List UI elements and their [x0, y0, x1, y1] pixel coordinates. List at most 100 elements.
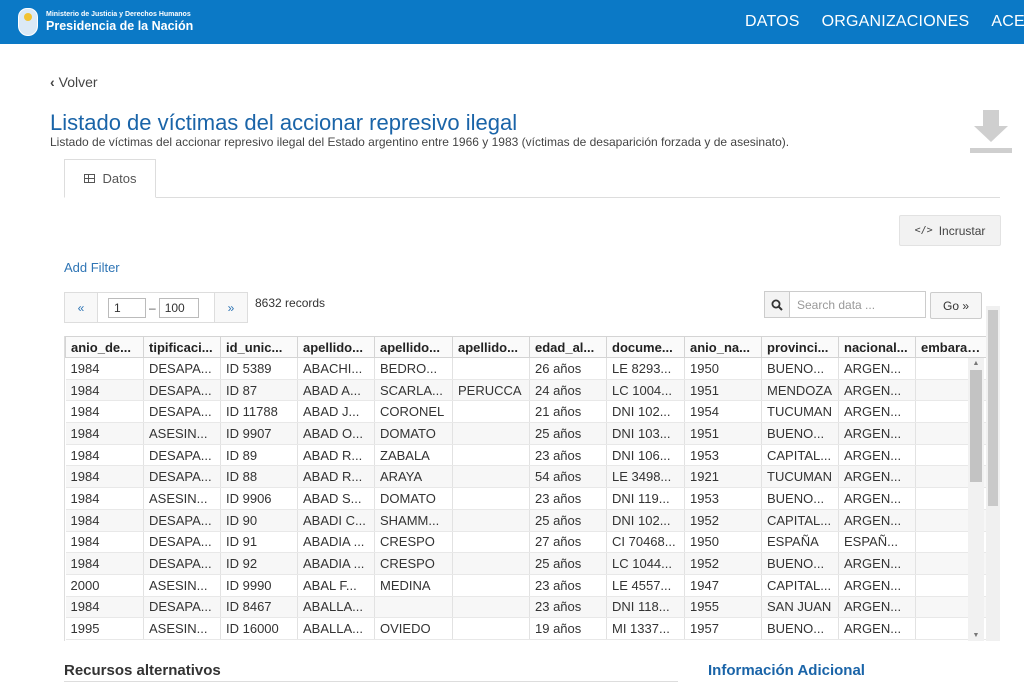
data-grid: anio_de... tipificaci... id_unic... apellid…: [64, 336, 986, 641]
table-cell: ARGEN...: [838, 379, 916, 402]
embed-button[interactable]: </> Incrustar: [899, 215, 1001, 246]
table-cell: TUCUMAN: [761, 400, 839, 424]
table-cell: DESAPA...: [143, 596, 221, 619]
table-cell: 1984: [65, 531, 144, 554]
next-page-button[interactable]: »: [214, 292, 248, 323]
table-cell: 1953: [684, 487, 762, 510]
download-icon[interactable]: [968, 108, 1014, 156]
table-cell: ARGEN...: [838, 400, 916, 424]
top-header: Ministerio de Justicia y Derechos Humano…: [0, 0, 1024, 44]
add-filter-link[interactable]: Add Filter: [64, 260, 120, 275]
table-cell: 23 años: [529, 596, 607, 619]
table-row[interactable]: 1984 DESAPA... ID 92 ABADIA ... CRESPO 25 año…: [65, 552, 986, 575]
table-cell: 1984: [65, 444, 144, 467]
table-cell: 21 años: [529, 400, 607, 424]
alt-resources-divider: [64, 681, 678, 682]
table-cell: ARGEN...: [838, 574, 916, 597]
table-row[interactable]: 1984 DESAPA... ID 8467 ABALLA... 23 años DNI …: [65, 596, 986, 619]
table-cell: 54 años: [529, 465, 607, 489]
grid-scrollbar[interactable]: ▲ ▼: [968, 358, 984, 641]
panel-scroll-thumb[interactable]: [988, 310, 998, 506]
column-header[interactable]: apellido...: [374, 336, 453, 358]
table-cell: [452, 574, 530, 597]
panel-scrollbar[interactable]: [986, 306, 1000, 641]
table-row[interactable]: 1984 DESAPA... ID 88 ABAD R... ARAYA 54 años L…: [65, 465, 986, 489]
table-cell: [452, 487, 530, 510]
column-header[interactable]: apellido...: [297, 336, 375, 358]
scroll-down-icon[interactable]: ▼: [968, 632, 984, 639]
grid-scroll-thumb[interactable]: [970, 370, 982, 482]
table-row[interactable]: 1984 DESAPA... ID 90 ABADI C... SHAMM... 25 a…: [65, 509, 986, 532]
table-cell: 1955: [684, 596, 762, 619]
go-button[interactable]: Go »: [930, 292, 982, 319]
table-cell: SHAMM...: [374, 509, 453, 532]
table-cell: DESAPA...: [143, 509, 221, 532]
column-header[interactable]: edad_al...: [529, 336, 607, 358]
table-cell: 1984: [65, 379, 144, 402]
table-row[interactable]: 2000 ASESIN... ID 9990 ABAL F... MEDINA 23 añ…: [65, 574, 986, 597]
search-input[interactable]: Search data ...: [790, 291, 926, 318]
column-header[interactable]: apellido...: [452, 336, 530, 358]
nav-datos[interactable]: DATOS: [745, 13, 800, 31]
column-header[interactable]: tipificaci...: [143, 336, 221, 358]
table-cell: [452, 596, 530, 619]
table-cell: ABALLA...: [297, 596, 375, 619]
table-cell: MENDOZA: [761, 379, 839, 402]
page-from-input[interactable]: 1: [108, 297, 146, 318]
table-cell: LE 3498...: [606, 465, 685, 489]
table-cell: CI 70468...: [606, 531, 685, 554]
column-header[interactable]: embaraz...: [915, 336, 986, 358]
table-cell: ID 9990: [220, 574, 298, 597]
column-header[interactable]: anio_na...: [684, 336, 762, 358]
table-cell: ABADIA ...: [297, 552, 375, 575]
pager: « 1 – 100 »: [64, 292, 248, 323]
table-cell: [452, 531, 530, 554]
table-row[interactable]: 1984 DESAPA... ID 87 ABAD A... SCARLA... PERU…: [65, 379, 986, 402]
table-row[interactable]: 1984 DESAPA... ID 11788 ABAD J... CORONEL 21 …: [65, 400, 986, 424]
table-cell: [452, 552, 530, 575]
table-cell: CRESPO: [374, 531, 453, 554]
back-link[interactable]: ‹ Volver: [50, 74, 98, 90]
table-cell: 1952: [684, 552, 762, 575]
page-to-input[interactable]: 100: [158, 297, 199, 318]
table-cell: 1951: [684, 379, 762, 402]
page-range: 1 – 100: [98, 292, 214, 323]
table-cell: 19 años: [529, 617, 607, 640]
column-header[interactable]: id_unic...: [220, 336, 298, 358]
alt-resources-heading: Recursos alternativos: [64, 662, 221, 679]
column-header[interactable]: docume...: [606, 336, 685, 358]
tab-datos[interactable]: Datos: [64, 159, 156, 198]
column-header[interactable]: provinci...: [761, 336, 839, 358]
page-description: Listado de víctimas del accionar represi…: [50, 135, 790, 149]
nav-acerca[interactable]: ACE: [991, 13, 1024, 31]
scroll-up-icon[interactable]: ▲: [968, 360, 984, 367]
table-cell: DNI 103...: [606, 422, 685, 445]
search-icon: [764, 291, 790, 318]
table-cell: ARGEN...: [838, 552, 916, 575]
table-cell: DESAPA...: [143, 444, 221, 467]
nav-organizaciones[interactable]: ORGANIZACIONES: [822, 13, 970, 31]
prev-page-button[interactable]: «: [64, 292, 98, 323]
table-cell: ABAL F...: [297, 574, 375, 597]
table-cell: BUENO...: [761, 617, 839, 640]
page-title: Listado de víctimas del accionar represi…: [50, 110, 518, 135]
site-logo[interactable]: Ministerio de Justicia y Derechos Humano…: [18, 8, 193, 36]
table-cell: 1952: [684, 509, 762, 532]
table-cell: [452, 465, 530, 489]
table-row[interactable]: 1984 DESAPA... ID 91 ABADIA ... CRESPO 27 año…: [65, 531, 986, 554]
search-box: Search data ...: [764, 291, 926, 318]
table-row[interactable]: 1984 ASESIN... ID 9907 ABAD O... DOMATO 25 añ…: [65, 422, 986, 445]
table-row[interactable]: 1984 DESAPA... ID 5389 ABACHI... BEDRO... 26 …: [65, 357, 986, 380]
table-cell: 1984: [65, 596, 144, 619]
table-cell: ARGEN...: [838, 465, 916, 489]
table-row[interactable]: 1984 ASESIN... ID 9906 ABAD S... DOMATO 23 añ…: [65, 487, 986, 510]
table-icon: [83, 174, 95, 183]
table-cell: 1984: [65, 400, 144, 424]
table-cell: SAN JUAN: [761, 596, 839, 619]
column-header[interactable]: nacional...: [838, 336, 916, 358]
coat-of-arms-icon: [18, 8, 38, 36]
table-row[interactable]: 1984 DESAPA... ID 89 ABAD R... ZABALA 23 años…: [65, 444, 986, 467]
table-cell: ABALLA...: [297, 617, 375, 640]
column-header[interactable]: anio_de...: [65, 336, 144, 358]
table-row[interactable]: 1995 ASESIN... ID 16000 ABALLA... OVIEDO 19 a…: [65, 617, 986, 640]
